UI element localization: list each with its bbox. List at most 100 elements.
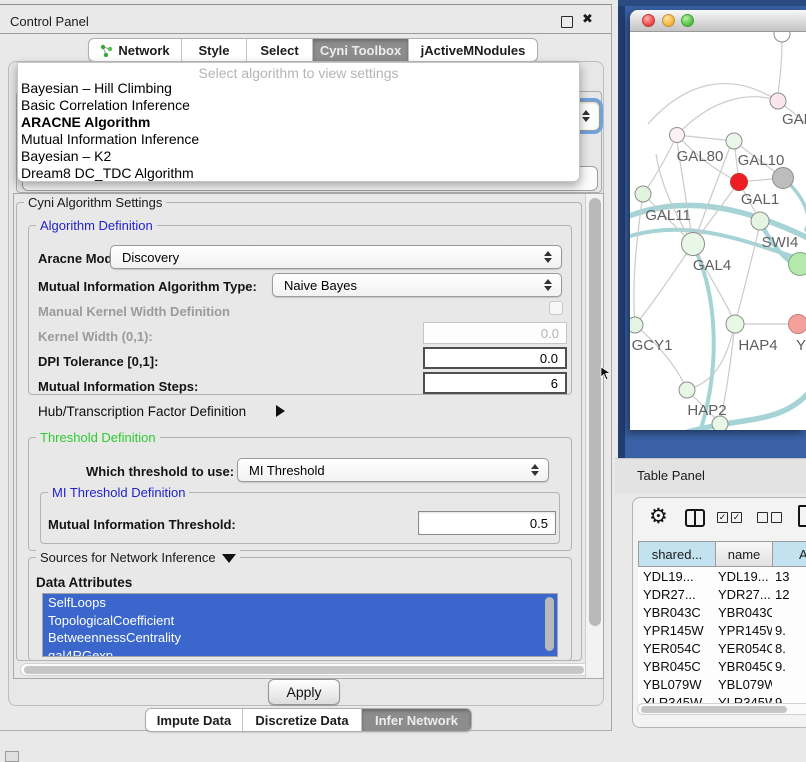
tab-infer-network[interactable]: Infer Network bbox=[362, 709, 471, 731]
minimized-panel-icon[interactable] bbox=[5, 751, 19, 762]
dpi-tolerance-field[interactable]: 0.0 bbox=[423, 347, 567, 369]
tab-impute-data[interactable]: Impute Data bbox=[146, 709, 243, 731]
threshold-definition-title: Threshold Definition bbox=[36, 430, 160, 445]
node-gcy1[interactable] bbox=[630, 317, 643, 333]
node-hap2[interactable] bbox=[679, 382, 695, 398]
node-label: GAL4 bbox=[693, 257, 731, 274]
vertical-scrollbar-thumb[interactable] bbox=[589, 198, 601, 626]
tab-cyni-toolbox[interactable]: Cyni Toolbox bbox=[313, 39, 409, 61]
tab-discretize-data[interactable]: Discretize Data bbox=[243, 709, 362, 731]
tab-style[interactable]: Style bbox=[182, 39, 247, 61]
node-swi4[interactable] bbox=[751, 212, 769, 230]
node-gal10[interactable] bbox=[726, 133, 742, 149]
unchecked-checkbox-icon[interactable] bbox=[757, 512, 768, 523]
control-panel-window: Control Panel ✖ Network Style Select Cyn… bbox=[0, 4, 612, 731]
aracne-mode-combobox[interactable]: Discovery bbox=[110, 245, 562, 269]
node-green-corner[interactable] bbox=[789, 253, 806, 276]
horizontal-scrollbar-thumb[interactable] bbox=[24, 666, 584, 674]
column-header-shared[interactable]: shared... bbox=[639, 542, 716, 566]
network-icon bbox=[100, 44, 113, 57]
kernel-width-value: 0.0 bbox=[541, 326, 559, 341]
node-label: HAP2 bbox=[687, 402, 726, 419]
node-unlabeled[interactable] bbox=[774, 32, 790, 42]
horizontal-scrollbar[interactable] bbox=[20, 663, 592, 676]
node-gal4[interactable] bbox=[682, 233, 705, 256]
algorithm-dropdown-popup: Select algorithm to view settings Bayesi… bbox=[17, 62, 580, 182]
control-panel-title: Control Panel bbox=[10, 14, 89, 29]
columns-icon[interactable] bbox=[685, 509, 705, 527]
node-gal80[interactable] bbox=[670, 128, 685, 143]
network-window-titlebar[interactable] bbox=[630, 10, 806, 32]
node-gal11[interactable] bbox=[635, 186, 651, 202]
panel-edge bbox=[618, 0, 625, 458]
attribute-item-selected[interactable]: gal4RGexp bbox=[43, 647, 557, 658]
close-icon[interactable]: ✖ bbox=[582, 11, 593, 27]
checked-checkbox-icon[interactable]: ✓ bbox=[717, 512, 728, 523]
table-row[interactable]: YDL19...YDL19...13 bbox=[638, 567, 806, 585]
list-scrollbar-thumb[interactable] bbox=[545, 597, 554, 651]
table-panel-title: Table Panel bbox=[637, 468, 705, 483]
sources-title[interactable]: Sources for Network Inference bbox=[36, 550, 240, 565]
algorithm-option[interactable]: Basic Correlation Inference bbox=[18, 97, 579, 114]
document-icon[interactable] bbox=[798, 505, 806, 527]
table-row[interactable]: YLR345WYLR345W9. bbox=[638, 693, 806, 703]
table-row[interactable]: YBR045CYBR045C9. bbox=[638, 657, 806, 675]
unchecked-checkbox-icon[interactable] bbox=[771, 512, 782, 523]
zoom-traffic-light[interactable] bbox=[681, 14, 694, 27]
which-threshold-value: MI Threshold bbox=[249, 463, 325, 478]
tab-select[interactable]: Select bbox=[247, 39, 313, 61]
node-gal-top[interactable] bbox=[770, 93, 786, 109]
node-hap4[interactable] bbox=[726, 315, 744, 333]
expand-arrow-icon[interactable] bbox=[276, 405, 285, 417]
algorithm-option[interactable]: Bayesian – K2 bbox=[18, 148, 579, 165]
manual-kernel-checkbox[interactable] bbox=[549, 301, 563, 315]
vertical-scrollbar[interactable] bbox=[585, 194, 603, 678]
algorithm-option-selected[interactable]: ARACNE Algorithm bbox=[18, 114, 579, 131]
attribute-item-selected[interactable]: BetweennessCentrality bbox=[43, 629, 557, 647]
table-row[interactable]: YER054CYER054C8. bbox=[638, 639, 806, 657]
tab-network[interactable]: Network bbox=[89, 39, 182, 61]
which-threshold-combobox[interactable]: MI Threshold bbox=[237, 458, 549, 482]
dpi-tolerance-value: 0.0 bbox=[540, 351, 558, 366]
table-horizontal-scrollbar-thumb[interactable] bbox=[641, 706, 787, 713]
node-gal1[interactable] bbox=[731, 174, 748, 191]
network-graph[interactable]: GAL GAL80 GAL10 GAL1 GAL11 SWI4 GAL4 GCY… bbox=[630, 32, 806, 430]
tab-cyni-toolbox-label: Cyni Toolbox bbox=[320, 43, 401, 58]
algorithm-option[interactable]: Mutual Information Inference bbox=[18, 131, 579, 148]
data-attributes-list[interactable]: SelfLoops TopologicalCoefficient Between… bbox=[42, 593, 558, 657]
titlebar-divider bbox=[0, 33, 611, 34]
minimize-traffic-light[interactable] bbox=[662, 14, 675, 27]
cell-shared: YBR045C bbox=[638, 659, 715, 674]
cyni-bottom-tabbar: Impute Data Discretize Data Infer Networ… bbox=[145, 708, 472, 732]
algorithm-option[interactable]: Bayesian – Hill Climbing bbox=[18, 80, 579, 97]
tab-select-label: Select bbox=[260, 43, 298, 58]
column-header-a[interactable]: A bbox=[773, 542, 806, 566]
tab-jactivemnodules[interactable]: jActiveMNodules bbox=[409, 39, 537, 61]
cell-value: 9. bbox=[772, 695, 806, 704]
close-traffic-light[interactable] bbox=[642, 14, 655, 27]
attribute-item-selected[interactable]: SelfLoops bbox=[43, 594, 557, 612]
network-window[interactable]: GAL GAL80 GAL10 GAL1 GAL11 SWI4 GAL4 GCY… bbox=[630, 10, 806, 430]
gear-icon[interactable]: ⚙ bbox=[649, 506, 668, 527]
float-window-icon[interactable] bbox=[561, 16, 573, 28]
node-gray[interactable] bbox=[773, 168, 794, 189]
tab-style-label: Style bbox=[198, 43, 229, 58]
node-salmon[interactable] bbox=[789, 315, 806, 334]
attribute-item-selected[interactable]: TopologicalCoefficient bbox=[43, 612, 557, 630]
column-header-name[interactable]: name bbox=[716, 542, 773, 566]
algorithm-option[interactable]: Dream8 DC_TDC Algorithm bbox=[18, 165, 579, 182]
cell-shared: YDR27... bbox=[638, 587, 715, 602]
checked-checkbox-icon[interactable]: ✓ bbox=[731, 512, 742, 523]
table-row[interactable]: YBR043CYBR043C bbox=[638, 603, 806, 621]
mi-threshold-field[interactable]: 0.5 bbox=[418, 511, 556, 535]
table-row[interactable]: YBL079WYBL079W bbox=[638, 675, 806, 693]
table-horizontal-scrollbar[interactable] bbox=[637, 703, 806, 715]
mi-steps-field[interactable]: 6 bbox=[423, 372, 567, 394]
mi-threshold-label: Mutual Information Threshold: bbox=[48, 517, 236, 532]
table-row[interactable]: YDR27...YDR27...12 bbox=[638, 585, 806, 603]
mi-type-combobox[interactable]: Naive Bayes bbox=[272, 273, 562, 297]
table-body[interactable]: YDL19...YDL19...13 YDR27...YDR27...12 YB… bbox=[638, 567, 806, 703]
table-row[interactable]: YPR145WYPR145W9. bbox=[638, 621, 806, 639]
hub-definition-label[interactable]: Hub/Transcription Factor Definition bbox=[38, 404, 246, 419]
apply-button[interactable]: Apply bbox=[268, 679, 340, 705]
